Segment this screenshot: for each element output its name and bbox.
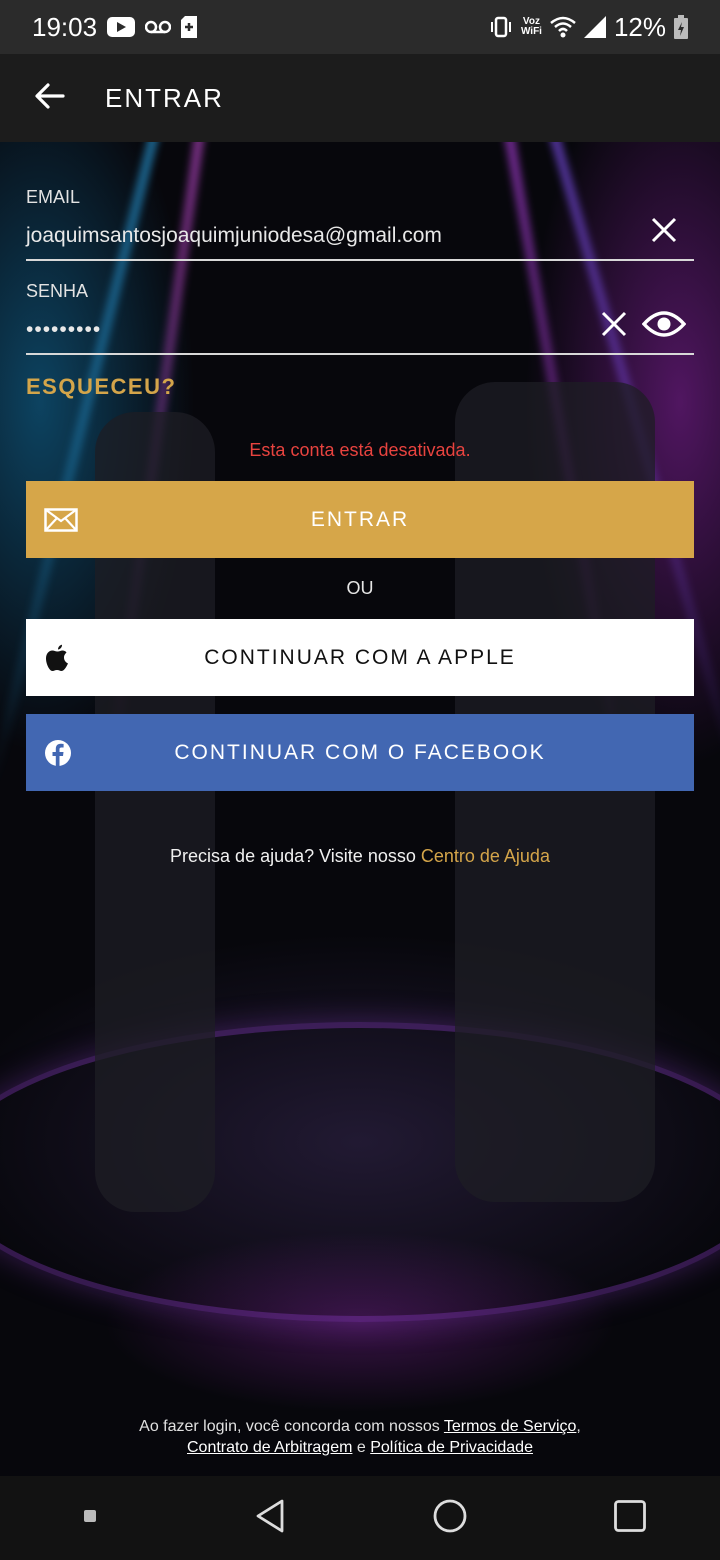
help-text: Precisa de ajuda? Visite nosso Centro de…: [0, 846, 720, 867]
legal-prefix: Ao fazer login, você concorda com nossos: [139, 1418, 444, 1435]
password-label: SENHA: [26, 281, 89, 301]
login-screen: 19:03 Voz WiFi 12% ENTRAR EMAIL joaquims…: [0, 0, 720, 1560]
email-field[interactable]: joaquimsantosjoaquimjuniodesa@gmail.com: [26, 224, 626, 248]
error-message: Esta conta está desativada.: [249, 440, 471, 460]
legal-text: Ao fazer login, você concorda com nossos…: [0, 1416, 720, 1458]
app-bar: ENTRAR: [0, 54, 720, 142]
privacy-policy-link[interactable]: Política de Privacidade: [370, 1439, 533, 1456]
password-underline: [26, 353, 694, 355]
arbitration-agreement-link[interactable]: Contrato de Arbitragem: [187, 1439, 352, 1456]
battery-icon: [674, 15, 688, 39]
voz-wifi-icon: Voz WiFi: [521, 17, 542, 37]
facebook-button-label: CONTINUAR COM O FACEBOOK: [174, 740, 546, 764]
clear-password-button[interactable]: [594, 306, 634, 346]
legal-comma: ,: [576, 1418, 581, 1435]
email-underline: [26, 259, 694, 261]
or-divider: OU: [346, 578, 374, 598]
battery-percent: 12%: [613, 11, 666, 42]
circle-home-icon: [433, 1499, 467, 1538]
help-prompt: Precisa de ajuda? Visite nosso: [170, 846, 421, 866]
close-icon: [651, 217, 677, 248]
close-icon: [601, 311, 627, 342]
email-label: EMAIL: [26, 187, 81, 207]
status-bar: 19:03 Voz WiFi 12%: [0, 0, 720, 54]
vibrate-icon: [489, 16, 513, 38]
nav-home-button[interactable]: [410, 1488, 490, 1548]
entrar-button[interactable]: ENTRAR: [26, 481, 694, 558]
page-title: ENTRAR: [105, 82, 224, 113]
square-small-icon: [84, 1509, 96, 1527]
apple-button-label: CONTINUAR COM A APPLE: [204, 645, 516, 669]
signal-icon: [583, 16, 606, 38]
voicemail-icon: [145, 19, 172, 35]
nav-menu-button[interactable]: [50, 1488, 130, 1548]
legal-and: e: [352, 1439, 371, 1456]
square-recents-icon: [614, 1499, 646, 1537]
apple-icon: [44, 644, 70, 672]
entrar-button-label: ENTRAR: [310, 507, 410, 531]
sd-card-icon: [181, 16, 198, 38]
triangle-back-icon: [255, 1499, 285, 1538]
forgot-password-link[interactable]: ESQUECEU?: [26, 374, 176, 400]
show-password-button[interactable]: [640, 306, 688, 346]
password-field[interactable]: •••••••••: [26, 318, 586, 342]
status-time: 19:03: [32, 11, 98, 42]
clear-email-button[interactable]: [644, 212, 684, 252]
apple-login-button[interactable]: CONTINUAR COM A APPLE: [26, 619, 694, 696]
eye-icon: [641, 310, 687, 343]
facebook-icon: [44, 739, 72, 767]
wifi-label: WiFi: [520, 26, 542, 37]
envelope-icon: [44, 507, 78, 532]
terms-of-service-link[interactable]: Termos de Serviço: [444, 1418, 577, 1435]
navigation-bar: [0, 1476, 720, 1560]
facebook-login-button[interactable]: CONTINUAR COM O FACEBOOK: [26, 714, 694, 791]
back-button[interactable]: [0, 54, 100, 142]
wifi-icon: [550, 16, 576, 38]
nav-back-button[interactable]: [230, 1488, 310, 1548]
nav-recents-button[interactable]: [590, 1488, 670, 1548]
youtube-icon: [107, 17, 136, 37]
help-center-link[interactable]: Centro de Ajuda: [421, 846, 550, 866]
arrow-left-icon: [35, 82, 65, 114]
